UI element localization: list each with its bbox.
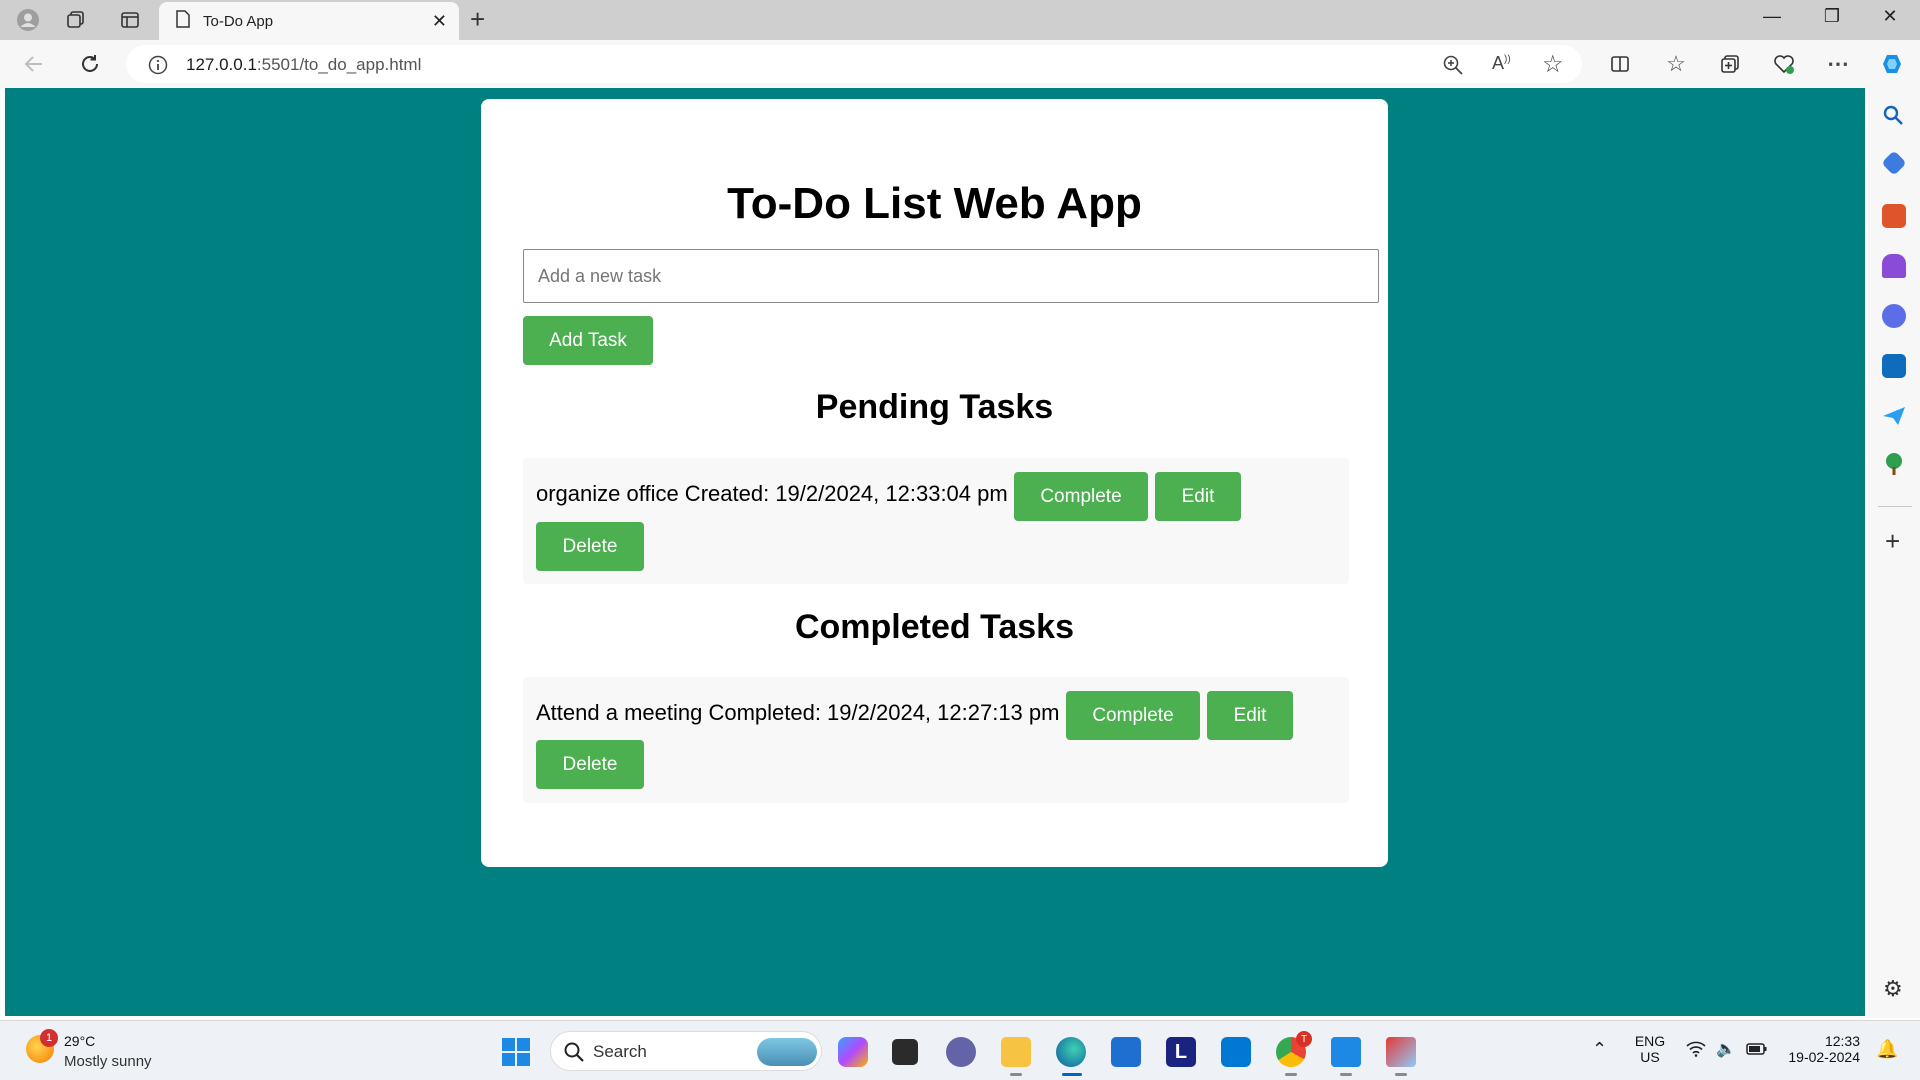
copilot-preview-icon[interactable] — [838, 1037, 868, 1067]
games-icon[interactable] — [1882, 254, 1906, 278]
edge-icon[interactable] — [1056, 1037, 1086, 1067]
start-icon[interactable] — [501, 1037, 531, 1072]
file-explorer-icon[interactable] — [1001, 1037, 1031, 1067]
store-app-icon[interactable]: L — [1166, 1037, 1196, 1067]
weather-badge: 1 — [40, 1029, 58, 1047]
running-indicator — [1285, 1073, 1297, 1076]
tree-icon[interactable] — [1883, 452, 1905, 481]
more-icon[interactable]: ⋯ — [1826, 51, 1850, 76]
running-indicator — [1395, 1073, 1407, 1076]
delete-button[interactable]: Delete — [536, 740, 644, 789]
page-title: To-Do List Web App — [727, 179, 1142, 228]
task-text: organize office Created: 19/2/2024, 12:3… — [536, 481, 1008, 506]
notification-bell-icon[interactable]: 🔔 — [1876, 1039, 1898, 1060]
running-indicator — [1010, 1073, 1022, 1076]
outlook-icon[interactable] — [1882, 354, 1906, 378]
tools-icon[interactable] — [1882, 204, 1906, 228]
add-icon[interactable]: + — [1885, 528, 1900, 554]
language-indicator[interactable]: ENG US — [1628, 1033, 1672, 1065]
favorite-star-icon[interactable]: ☆ — [1542, 50, 1564, 79]
teams-chat-icon[interactable] — [946, 1037, 976, 1067]
favorites-icon[interactable]: ☆ — [1664, 51, 1688, 76]
restore-icon[interactable]: ❐ — [1812, 6, 1852, 27]
window-close-icon[interactable]: ✕ — [1870, 6, 1910, 27]
close-icon[interactable]: ✕ — [432, 11, 447, 32]
refresh-icon[interactable] — [78, 52, 102, 76]
new-tab-icon[interactable]: + — [470, 4, 485, 35]
weather-temperature: 29°C — [64, 1033, 96, 1049]
url-text[interactable]: 127.0.0.1:5501/to_do_app.html — [186, 55, 421, 75]
complete-button[interactable]: Complete — [1066, 691, 1200, 740]
task-text: Attend a meeting Completed: 19/2/2024, 1… — [536, 700, 1060, 725]
add-task-button[interactable]: Add Task — [523, 316, 653, 365]
new-task-input[interactable] — [523, 249, 1379, 303]
battery-icon[interactable] — [1746, 1042, 1768, 1061]
complete-button[interactable]: Complete — [1014, 472, 1148, 521]
pending-tasks-heading: Pending Tasks — [815, 388, 1054, 426]
taskbar-search[interactable]: Search — [550, 1031, 822, 1071]
weather-condition: Mostly sunny — [64, 1053, 152, 1070]
browser-essentials-icon[interactable] — [1772, 52, 1796, 76]
browser-tab[interactable]: To-Do App ✕ — [159, 2, 459, 40]
page-viewport: To-Do List Web App Add Task Pending Task… — [5, 88, 1865, 1016]
running-indicator — [1340, 1073, 1352, 1076]
clock[interactable]: 12:33 19-02-2024 — [1780, 1033, 1860, 1065]
search-icon[interactable] — [1882, 104, 1904, 131]
volume-icon[interactable]: 🔈 — [1716, 1039, 1736, 1059]
browser-toolbar: 127.0.0.1:5501/to_do_app.html A)) ☆ ☆ ⋯ — [0, 40, 1920, 88]
snipping-tool-icon[interactable] — [1386, 1037, 1416, 1067]
shopping-tag-icon[interactable] — [1881, 150, 1907, 176]
read-aloud-icon[interactable]: A)) — [1492, 53, 1511, 74]
completed-task-item: Attend a meeting Completed: 19/2/2024, 1… — [523, 677, 1349, 803]
windows-taskbar: 1 29°C Mostly sunny Search L T ⌃ ENG US … — [0, 1020, 1920, 1080]
vscode-icon[interactable] — [1331, 1037, 1361, 1067]
page-icon — [175, 9, 191, 33]
collections-icon[interactable] — [1718, 52, 1742, 76]
edit-button[interactable]: Edit — [1207, 691, 1293, 740]
info-icon[interactable] — [148, 55, 168, 80]
settings-icon[interactable]: ⚙ — [1883, 978, 1903, 1000]
edit-button[interactable]: Edit — [1155, 472, 1241, 521]
address-bar[interactable]: 127.0.0.1:5501/to_do_app.html A)) ☆ — [126, 45, 1582, 83]
search-icon — [563, 1041, 585, 1068]
profile-icon[interactable] — [16, 8, 40, 32]
tab-title: To-Do App — [203, 12, 274, 30]
wifi-icon[interactable] — [1686, 1041, 1706, 1062]
browser-title-bar: To-Do App ✕ + — ❐ ✕ — [0, 0, 1920, 40]
microsoft-365-icon[interactable] — [1882, 304, 1906, 328]
split-screen-icon[interactable] — [1608, 52, 1632, 76]
pending-task-item: organize office Created: 19/2/2024, 12:3… — [523, 458, 1349, 584]
sidebar-divider — [1878, 506, 1912, 507]
search-label: Search — [593, 1042, 647, 1061]
edge-sidebar: + ⚙ — [1868, 88, 1920, 1018]
task-view-icon[interactable] — [892, 1039, 918, 1065]
cortana-icon[interactable] — [1221, 1037, 1251, 1067]
back-icon[interactable] — [22, 52, 46, 76]
microsoft-store-icon[interactable] — [1111, 1037, 1141, 1067]
delete-button[interactable]: Delete — [536, 522, 644, 571]
active-indicator — [1062, 1073, 1082, 1076]
send-icon[interactable] — [1882, 406, 1906, 431]
copilot-icon[interactable] — [1880, 52, 1904, 76]
completed-tasks-heading: Completed Tasks — [794, 608, 1074, 646]
chrome-badge: T — [1296, 1031, 1312, 1047]
minimize-icon[interactable]: — — [1752, 6, 1792, 27]
search-highlight-icon — [757, 1038, 817, 1066]
tab-actions-icon[interactable] — [118, 8, 142, 32]
todo-card: To-Do List Web App Add Task Pending Task… — [481, 99, 1388, 867]
tray-chevron-icon[interactable]: ⌃ — [1592, 1039, 1607, 1060]
zoom-icon[interactable] — [1442, 54, 1464, 81]
collections-icon[interactable] — [64, 8, 88, 32]
